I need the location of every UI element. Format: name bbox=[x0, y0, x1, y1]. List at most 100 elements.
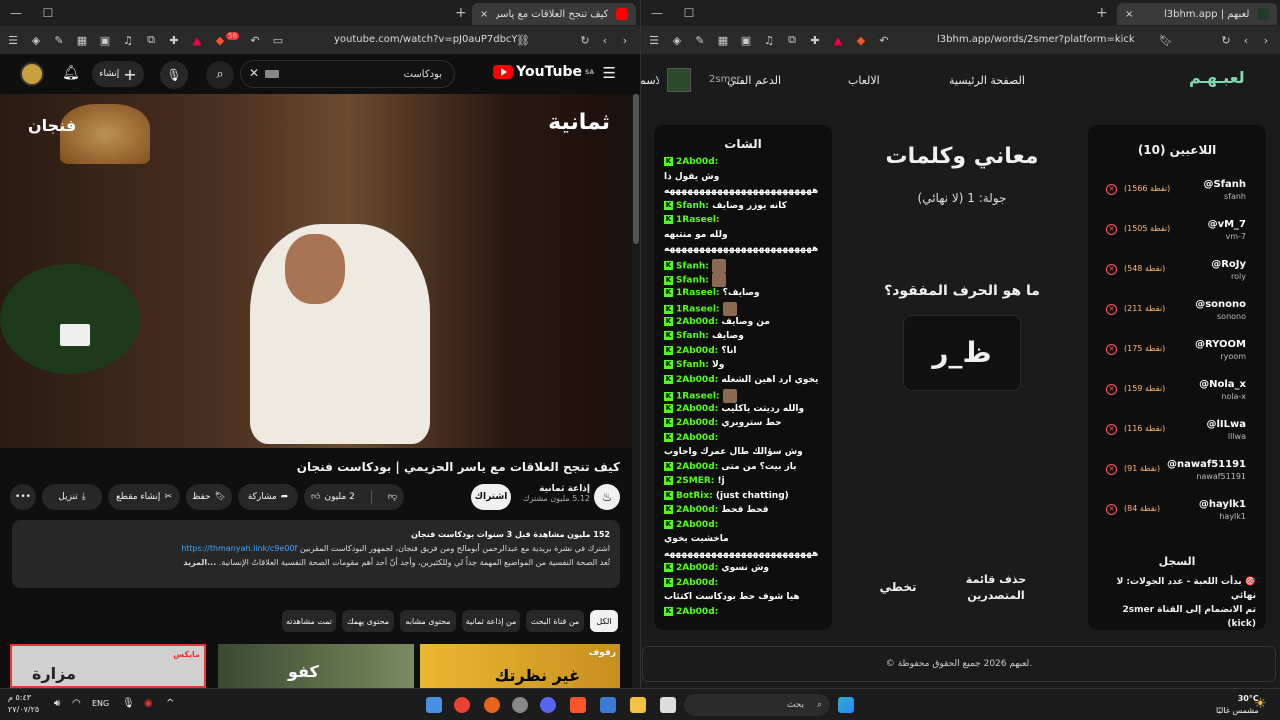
avatar[interactable] bbox=[20, 62, 44, 86]
download-button[interactable]: ⤓ تنزيل bbox=[42, 484, 102, 510]
youtube-logo[interactable]: YouTube SA bbox=[493, 64, 594, 80]
wifi-icon[interactable]: ◠ bbox=[72, 698, 81, 709]
chip-interest[interactable]: محتوى يهمك bbox=[342, 610, 394, 632]
save-button[interactable]: 🔖︎ حفظ bbox=[186, 484, 232, 510]
search-icon[interactable]: ⌕ bbox=[206, 61, 234, 89]
page-scrollbar[interactable] bbox=[632, 94, 640, 688]
chat-username[interactable]: Sfanh: bbox=[676, 360, 709, 370]
aria-icon[interactable]: ▲ bbox=[831, 33, 845, 47]
music-icon[interactable]: ♫ bbox=[121, 33, 135, 47]
remove-player-icon[interactable]: ✕ bbox=[1106, 504, 1117, 515]
weather-widget[interactable]: 30°C مشمس غالبًا bbox=[1216, 693, 1259, 717]
shield-icon[interactable]: ◈ bbox=[29, 33, 43, 47]
remove-player-icon[interactable]: ✕ bbox=[1106, 344, 1117, 355]
chat-username[interactable]: Sfanh: bbox=[676, 331, 709, 341]
username[interactable]: 2smer bbox=[709, 74, 741, 85]
chip-search[interactable]: من قناة البحث bbox=[526, 610, 584, 632]
app-obs-icon[interactable] bbox=[512, 697, 528, 713]
taskbar-search[interactable]: بحث ⌕ bbox=[684, 694, 830, 716]
chat-username[interactable]: 2Ab00d: bbox=[676, 505, 718, 515]
shield-icon[interactable]: ◈ bbox=[670, 33, 684, 47]
channel-info[interactable]: إذاعة ثمانية 5.12 مليون مشترك bbox=[518, 484, 590, 503]
nav-games[interactable]: الالعاب bbox=[848, 74, 880, 87]
extension-icon[interactable]: ✚ bbox=[167, 33, 181, 47]
clear-leaderboard-button[interactable]: حذف قائمة المتصدرين bbox=[962, 572, 1030, 604]
back-history-icon[interactable]: ↶ bbox=[877, 33, 891, 47]
remove-player-icon[interactable]: ✕ bbox=[1106, 464, 1117, 475]
scrollbar-thumb[interactable] bbox=[633, 94, 639, 244]
back-icon[interactable]: ‹ bbox=[598, 33, 612, 47]
app-chrome-icon[interactable] bbox=[454, 697, 470, 713]
video-thumbnail-3[interactable]: مزارة مايكس bbox=[10, 644, 206, 688]
grid-icon[interactable]: ▦ bbox=[75, 33, 89, 47]
like-icon[interactable]: 👍︎ bbox=[311, 492, 320, 502]
chat-username[interactable]: 2SMER: bbox=[676, 476, 714, 486]
video-description[interactable]: 152 مليون مشاهدة قبل 3 سنوات بودكاست فنج… bbox=[12, 520, 620, 588]
chat-username[interactable]: 2Ab00d: bbox=[676, 157, 718, 167]
remove-player-icon[interactable]: ✕ bbox=[1106, 384, 1117, 395]
skip-button[interactable]: تخطي bbox=[868, 580, 928, 594]
chat-username[interactable]: 2Ab00d: bbox=[676, 520, 718, 530]
back-icon[interactable]: ‹ bbox=[1239, 33, 1253, 47]
new-tab-button[interactable]: + bbox=[455, 5, 467, 21]
address-bar[interactable]: youtube.com/watch?v=pJ0auP7dbcY bbox=[334, 34, 518, 45]
chat-username[interactable]: 2Ab00d: bbox=[676, 404, 718, 414]
sidebar-icon[interactable]: ▣ bbox=[98, 33, 112, 47]
site-logo[interactable]: لعبـهـم bbox=[1189, 68, 1245, 87]
brave-shield-icon[interactable]: ◆ bbox=[854, 33, 868, 47]
keyboard-icon[interactable] bbox=[265, 70, 279, 78]
more-actions-button[interactable]: ••• bbox=[10, 484, 36, 510]
app-brave-icon[interactable] bbox=[570, 697, 586, 713]
back-history-icon[interactable]: ↶ bbox=[248, 33, 262, 47]
app-discord-icon[interactable] bbox=[540, 697, 556, 713]
menu-icon[interactable]: ☰ bbox=[647, 33, 661, 47]
maximize-button-right[interactable]: ☐ bbox=[673, 6, 705, 20]
tabs-icon[interactable]: ⧉ bbox=[144, 33, 158, 47]
forward-icon[interactable]: › bbox=[618, 33, 632, 47]
chat-username[interactable]: 2Ab00d: bbox=[676, 317, 718, 327]
remove-player-icon[interactable]: ✕ bbox=[1106, 224, 1117, 235]
menu-icon[interactable]: ☰ bbox=[6, 33, 20, 47]
close-tab-right-icon[interactable]: × bbox=[1125, 9, 1133, 20]
app-store-icon[interactable] bbox=[600, 697, 616, 713]
windows-start-icon[interactable] bbox=[838, 697, 854, 713]
record-tray-icon[interactable]: ◉ bbox=[144, 698, 153, 709]
app-taskview-icon[interactable] bbox=[660, 697, 676, 713]
create-button[interactable]: إنشاء + bbox=[92, 61, 144, 87]
reload-icon[interactable]: ↻ bbox=[1219, 33, 1233, 47]
close-tab-icon[interactable]: × bbox=[480, 9, 488, 20]
dislike-icon[interactable]: 👎︎ bbox=[388, 492, 397, 502]
pin-icon[interactable]: ✎ bbox=[52, 33, 66, 47]
chat-username[interactable]: Sfanh: bbox=[676, 261, 709, 271]
notifications-icon[interactable]: 🔔︎ bbox=[62, 65, 80, 81]
link-icon[interactable]: ⛓ bbox=[516, 33, 530, 47]
remove-player-icon[interactable]: ✕ bbox=[1106, 304, 1117, 315]
chevron-up-icon[interactable]: ^ bbox=[166, 698, 174, 709]
tab-youtube[interactable]: كيف تنجح العلاقات مع ياسر الحز × bbox=[472, 3, 636, 25]
channel-avatar-icon[interactable]: ♨ bbox=[594, 484, 620, 510]
grid-icon[interactable]: ▦ bbox=[716, 33, 730, 47]
description-link[interactable]: https://thmanyah.link/c9e00f bbox=[181, 544, 297, 553]
sidebar-icon[interactable]: ▣ bbox=[739, 33, 753, 47]
chat-username[interactable]: 1Raseel: bbox=[676, 215, 720, 225]
chat-username[interactable]: 1Raseel: bbox=[676, 392, 720, 402]
app-game-icon[interactable] bbox=[484, 697, 500, 713]
app-files-icon[interactable] bbox=[426, 697, 442, 713]
nav-home[interactable]: الصفحة الرئيسية bbox=[949, 74, 1025, 87]
chat-username[interactable]: 2Ab00d: bbox=[676, 375, 718, 385]
screen-icon[interactable]: ▭ bbox=[271, 33, 285, 47]
clear-search-icon[interactable]: ✕ bbox=[249, 66, 259, 80]
maximize-button[interactable]: ☐ bbox=[32, 6, 64, 20]
minimize-button[interactable]: — bbox=[0, 6, 32, 20]
extension-icon[interactable]: ✚ bbox=[808, 33, 822, 47]
aria-icon[interactable]: ▲ bbox=[190, 33, 204, 47]
video-thumbnail-1[interactable]: رفوف غير نظرتك bbox=[420, 644, 620, 688]
search-input[interactable]: ✕ بودكاست bbox=[240, 60, 455, 88]
remove-player-icon[interactable]: ✕ bbox=[1106, 184, 1117, 195]
subscribe-button[interactable]: اشتراك bbox=[471, 484, 511, 510]
speaker-icon[interactable]: 🔊︎ bbox=[54, 698, 60, 709]
chat-username[interactable]: 2Ab00d: bbox=[676, 346, 718, 356]
chat-username[interactable]: 2Ab00d: bbox=[676, 462, 718, 472]
chat-username[interactable]: BotRix: bbox=[676, 491, 713, 501]
chat-username[interactable]: 1Raseel: bbox=[676, 288, 720, 298]
